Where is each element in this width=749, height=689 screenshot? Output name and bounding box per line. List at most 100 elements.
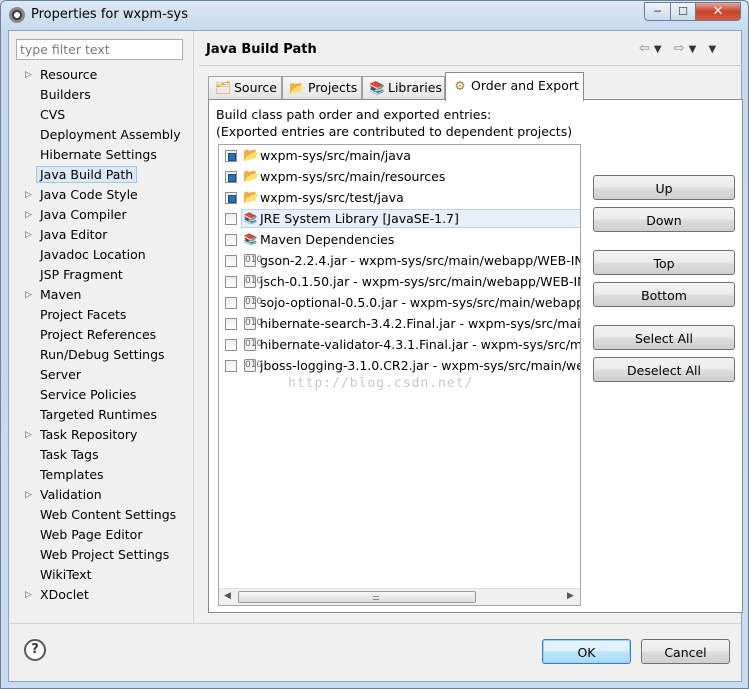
help-icon[interactable]: ? bbox=[24, 639, 46, 661]
tree-item-label: Server bbox=[40, 367, 81, 382]
tab-label: Source bbox=[234, 80, 277, 95]
tree-item-web-content-settings[interactable]: Web Content Settings bbox=[9, 505, 191, 525]
filter-input[interactable] bbox=[16, 39, 183, 60]
export-checkbox[interactable] bbox=[225, 213, 237, 225]
export-checkbox[interactable] bbox=[225, 255, 237, 267]
tree-item-task-repository[interactable]: ▷ Task Repository bbox=[9, 425, 191, 445]
expand-arrow-icon[interactable]: ▷ bbox=[25, 225, 35, 245]
tree-item-java-editor[interactable]: ▷ Java Editor bbox=[9, 225, 191, 245]
expand-arrow-icon[interactable]: ▷ bbox=[25, 285, 35, 305]
tree-item-label: Javadoc Location bbox=[40, 247, 146, 262]
expand-arrow-icon[interactable]: ▷ bbox=[25, 65, 35, 85]
export-checkbox[interactable] bbox=[225, 150, 237, 162]
select-all-button[interactable]: Select All bbox=[593, 325, 735, 350]
export-checkbox[interactable] bbox=[225, 339, 237, 351]
tree-item-label: Java Code Style bbox=[40, 187, 138, 202]
list-item[interactable]: 📚 Maven Dependencies bbox=[219, 229, 580, 250]
list-item[interactable]: 010 sojo-optional-0.5.0.jar - wxpm-sys/sr… bbox=[219, 292, 580, 313]
list-item[interactable]: 010 jboss-logging-3.1.0.CR2.jar - wxpm-sy… bbox=[219, 355, 580, 376]
entry-label: hibernate-search-3.4.2.Final.jar - wxpm-… bbox=[260, 316, 581, 331]
back-dropdown-icon[interactable]: ▼ bbox=[654, 44, 666, 55]
bottom-button[interactable]: Bottom bbox=[593, 282, 735, 307]
classpath-entries-list[interactable]: 📂 wxpm-sys/src/main/java 📂 wxpm-sys/src/mai… bbox=[218, 144, 581, 606]
tree-item-service-policies[interactable]: Service Policies bbox=[9, 385, 191, 405]
list-item[interactable]: 010 jsch-0.1.50.jar - wxpm-sys/src/main/w… bbox=[219, 271, 580, 292]
tree-item-resource[interactable]: ▷ Resource bbox=[9, 65, 191, 85]
tree-item-javadoc-location[interactable]: Javadoc Location bbox=[9, 245, 191, 265]
tree-item-project-facets[interactable]: Project Facets bbox=[9, 305, 191, 325]
entry-label-container: 📚 Maven Dependencies bbox=[241, 230, 580, 249]
top-button[interactable]: Top bbox=[593, 250, 735, 275]
list-item[interactable]: 📂 wxpm-sys/src/test/java bbox=[219, 187, 580, 208]
expand-arrow-icon[interactable]: ▷ bbox=[25, 425, 35, 445]
entry-label: Maven Dependencies bbox=[260, 232, 395, 247]
tree-item-server[interactable]: Server bbox=[9, 365, 191, 385]
export-checkbox[interactable] bbox=[225, 297, 237, 309]
up-button[interactable]: Up bbox=[593, 175, 735, 200]
sash-divider[interactable] bbox=[193, 31, 194, 623]
forward-arrow-icon[interactable]: ⇨ bbox=[674, 41, 689, 56]
tree-item-templates[interactable]: Templates bbox=[9, 465, 191, 485]
minimize-button[interactable]: ─ bbox=[644, 2, 671, 21]
tree-item-task-tags[interactable]: Task Tags bbox=[9, 445, 191, 465]
tree-item-web-project-settings[interactable]: Web Project Settings bbox=[9, 545, 191, 565]
scroll-left-icon[interactable]: ◀ bbox=[224, 591, 231, 601]
expand-arrow-icon[interactable]: ▷ bbox=[25, 205, 35, 225]
export-checkbox[interactable] bbox=[225, 171, 237, 183]
tab-order-and-export[interactable]: ⚙ Order and Export bbox=[445, 72, 584, 101]
tree-item-java-compiler[interactable]: ▷ Java Compiler bbox=[9, 205, 191, 225]
tree-item-java-build-path[interactable]: Java Build Path bbox=[9, 165, 191, 185]
view-menu-icon[interactable]: ▼ bbox=[709, 44, 721, 55]
close-button[interactable]: ✕ bbox=[695, 2, 741, 21]
down-button[interactable]: Down bbox=[593, 207, 735, 232]
tab-label: Projects bbox=[308, 80, 358, 95]
export-checkbox[interactable] bbox=[225, 360, 237, 372]
expand-arrow-icon[interactable]: ▷ bbox=[25, 585, 35, 605]
tab-libraries[interactable]: 📚 Libraries bbox=[362, 76, 445, 100]
tree-item-builders[interactable]: Builders bbox=[9, 85, 191, 105]
list-item[interactable]: 010 hibernate-search-3.4.2.Final.jar - wx… bbox=[219, 313, 580, 334]
tree-item-label: Java Editor bbox=[40, 227, 108, 242]
tree-item-web-page-editor[interactable]: Web Page Editor bbox=[9, 525, 191, 545]
tree-item-run-debug-settings[interactable]: Run/Debug Settings bbox=[9, 345, 191, 365]
tree-item-java-code-style[interactable]: ▷ Java Code Style bbox=[9, 185, 191, 205]
list-item[interactable]: 010 hibernate-validator-4.3.1.Final.jar -… bbox=[219, 334, 580, 355]
tree-item-cvs[interactable]: CVS bbox=[9, 105, 191, 125]
property-page-tree: ▷ Resource Builders CVS Deployment Assembly H… bbox=[9, 65, 191, 605]
tree-item-validation[interactable]: ▷ Validation bbox=[9, 485, 191, 505]
tab-projects[interactable]: 📂 Projects bbox=[282, 76, 362, 100]
tree-item-targeted-runtimes[interactable]: Targeted Runtimes bbox=[9, 405, 191, 425]
scroll-right-icon[interactable]: ▶ bbox=[567, 591, 574, 601]
tree-item-xdoclet[interactable]: ▷ XDoclet bbox=[9, 585, 191, 605]
deselect-all-button[interactable]: Deselect All bbox=[593, 357, 735, 382]
export-checkbox[interactable] bbox=[225, 192, 237, 204]
title-bar[interactable]: Properties for wxpm-sys ─ ☐ ✕ bbox=[1, 1, 748, 29]
tree-item-maven[interactable]: ▷ Maven bbox=[9, 285, 191, 305]
ok-button[interactable]: OK bbox=[542, 639, 631, 664]
tree-item-project-references[interactable]: Project References bbox=[9, 325, 191, 345]
jar-icon: 010 bbox=[244, 275, 263, 288]
jar-icon: 010 bbox=[244, 317, 263, 330]
expand-arrow-icon[interactable]: ▷ bbox=[25, 485, 35, 505]
tree-item-deployment-assembly[interactable]: Deployment Assembly bbox=[9, 125, 191, 145]
tree-item-wikitext[interactable]: WikiText bbox=[9, 565, 191, 585]
export-checkbox[interactable] bbox=[225, 276, 237, 288]
tree-item-hibernate-settings[interactable]: Hibernate Settings bbox=[9, 145, 191, 165]
scrollbar-thumb[interactable] bbox=[238, 591, 476, 603]
tab-source[interactable]: 🗂 Source bbox=[208, 76, 282, 100]
horizontal-scrollbar[interactable]: ◀ ▶ bbox=[219, 588, 580, 605]
back-arrow-icon[interactable]: ⇦ bbox=[639, 41, 654, 56]
expand-arrow-icon[interactable]: ▷ bbox=[25, 185, 35, 205]
list-item[interactable]: 📚 JRE System Library [JavaSE-1.7] bbox=[219, 208, 580, 229]
entry-label-container: 010 hibernate-search-3.4.2.Final.jar - wx… bbox=[241, 314, 581, 333]
cancel-button[interactable]: Cancel bbox=[641, 639, 730, 664]
list-item[interactable]: 📂 wxpm-sys/src/main/java bbox=[219, 145, 580, 166]
tree-item-label: Deployment Assembly bbox=[40, 127, 181, 142]
list-item[interactable]: 010 gson-2.2.4.jar - wxpm-sys/src/main/we… bbox=[219, 250, 580, 271]
export-checkbox[interactable] bbox=[225, 234, 237, 246]
maximize-button[interactable]: ☐ bbox=[670, 2, 696, 21]
list-item[interactable]: 📂 wxpm-sys/src/main/resources bbox=[219, 166, 580, 187]
tree-item-jsp-fragment[interactable]: JSP Fragment bbox=[9, 265, 191, 285]
export-checkbox[interactable] bbox=[225, 318, 237, 330]
forward-dropdown-icon[interactable]: ▼ bbox=[689, 44, 701, 55]
